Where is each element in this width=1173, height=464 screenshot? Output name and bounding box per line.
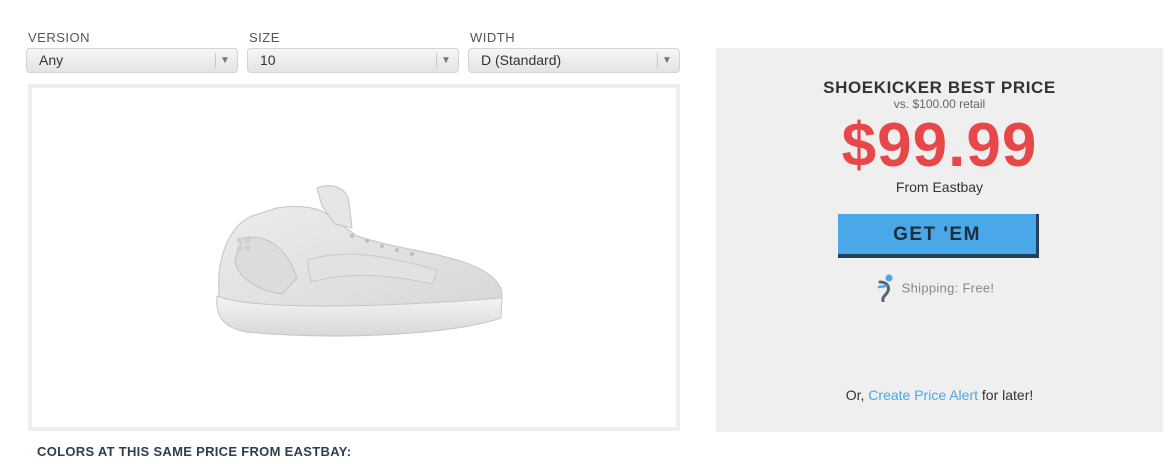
alert-suffix: for later!: [981, 387, 1034, 403]
retailer-source: From Eastbay: [895, 179, 984, 195]
colors-heading: COLORS AT THIS SAME PRICE FROM EASTBAY:: [37, 444, 352, 459]
width-label: WIDTH: [470, 30, 516, 45]
alert-prefix: Or,: [845, 387, 865, 403]
size-value: 10: [260, 52, 276, 68]
version-filter: VERSION Any ▼: [26, 30, 238, 73]
version-select[interactable]: Any ▼: [26, 48, 238, 73]
shipping-info: Shipping: Free!: [876, 274, 994, 304]
chevron-down-icon: ▼: [662, 55, 672, 66]
get-em-button[interactable]: GET 'EM: [838, 214, 1039, 258]
best-price-title: SHOEKICKER BEST PRICE: [823, 78, 1056, 97]
filter-bar: VERSION Any ▼ SIZE 10 ▼ WIDTH D (Standar…: [26, 30, 682, 76]
width-filter: WIDTH D (Standard) ▼: [468, 30, 680, 73]
width-select[interactable]: D (Standard) ▼: [468, 48, 680, 73]
chevron-down-icon: ▼: [441, 55, 451, 66]
price-alert-line: Or, Create Price Alert for later!: [716, 387, 1163, 403]
best-price-value: $99.99: [841, 111, 1038, 180]
size-filter: SIZE 10 ▼: [247, 30, 459, 73]
size-select[interactable]: 10 ▼: [247, 48, 459, 73]
white-sneaker-image: [216, 185, 503, 337]
version-value: Any: [39, 52, 64, 68]
chevron-down-icon: ▼: [220, 55, 230, 66]
retail-comparison: vs. $100.00 retail: [893, 97, 986, 111]
shipping-logo-icon: [877, 274, 893, 302]
select-divider: [215, 53, 216, 68]
create-price-alert-link[interactable]: Create Price Alert: [868, 387, 978, 403]
version-label: VERSION: [28, 30, 91, 45]
size-label: SIZE: [249, 30, 280, 45]
width-value: D (Standard): [481, 52, 562, 68]
select-divider: [657, 53, 658, 68]
product-image-frame: [28, 84, 680, 431]
shipping-text: Shipping: Free!: [901, 280, 995, 296]
select-divider: [436, 53, 437, 68]
price-panel: SHOEKICKER BEST PRICE vs. $100.00 retail…: [716, 48, 1163, 432]
